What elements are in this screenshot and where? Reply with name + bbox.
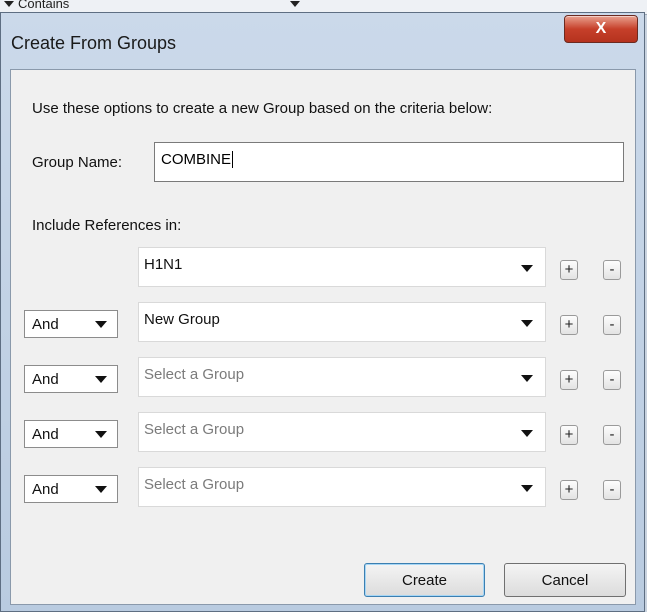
dropdown-arrow-icon bbox=[4, 1, 14, 7]
group-name-label: Group Name: bbox=[32, 154, 123, 171]
chevron-down-icon bbox=[521, 430, 533, 437]
create-button[interactable]: Create bbox=[364, 563, 485, 597]
remove-row-button[interactable]: - bbox=[603, 260, 621, 280]
create-from-groups-dialog: Create From Groups X Use these options t… bbox=[0, 12, 645, 612]
add-row-button[interactable]: + bbox=[560, 370, 578, 390]
group-dropdown[interactable]: Select a Group bbox=[138, 467, 546, 507]
operator-value: And bbox=[32, 371, 59, 388]
criteria-row: And Select a Group + - bbox=[11, 412, 637, 452]
add-row-button[interactable]: + bbox=[560, 480, 578, 500]
group-value: New Group bbox=[144, 311, 220, 328]
operator-value: And bbox=[32, 481, 59, 498]
add-row-button[interactable]: + bbox=[560, 260, 578, 280]
group-value: H1N1 bbox=[144, 256, 183, 273]
remove-row-button[interactable]: - bbox=[603, 315, 621, 335]
remove-row-button[interactable]: - bbox=[603, 480, 621, 500]
group-name-value: COMBINE bbox=[161, 150, 234, 168]
chevron-down-icon bbox=[521, 320, 533, 327]
cancel-button[interactable]: Cancel bbox=[504, 563, 626, 597]
title-bar[interactable]: Create From Groups X bbox=[1, 13, 644, 69]
close-button[interactable]: X bbox=[564, 15, 638, 43]
background-app-text: Contains bbox=[18, 0, 70, 11]
operator-dropdown[interactable]: And bbox=[24, 310, 118, 338]
add-row-button[interactable]: + bbox=[560, 315, 578, 335]
operator-dropdown[interactable]: And bbox=[24, 365, 118, 393]
group-dropdown[interactable]: Select a Group bbox=[138, 412, 546, 452]
group-dropdown[interactable]: New Group bbox=[138, 302, 546, 342]
remove-row-button[interactable]: - bbox=[603, 370, 621, 390]
group-placeholder: Select a Group bbox=[144, 366, 245, 383]
dialog-title: Create From Groups bbox=[11, 33, 177, 53]
chevron-down-icon bbox=[95, 321, 107, 328]
instructions-text: Use these options to create a new Group … bbox=[32, 100, 493, 117]
group-placeholder: Select a Group bbox=[144, 476, 245, 493]
criteria-row: H1N1 + - bbox=[11, 247, 637, 287]
chevron-down-icon bbox=[95, 376, 107, 383]
criteria-row: And New Group + - bbox=[11, 302, 637, 342]
remove-row-button[interactable]: - bbox=[603, 425, 621, 445]
group-dropdown[interactable]: H1N1 bbox=[138, 247, 546, 287]
chevron-down-icon bbox=[95, 431, 107, 438]
operator-dropdown[interactable]: And bbox=[24, 420, 118, 448]
dialog-body: Use these options to create a new Group … bbox=[10, 69, 636, 605]
group-dropdown[interactable]: Select a Group bbox=[138, 357, 546, 397]
chevron-down-icon bbox=[521, 485, 533, 492]
operator-value: And bbox=[32, 426, 59, 443]
criteria-row: And Select a Group + - bbox=[11, 467, 637, 507]
operator-value: And bbox=[32, 316, 59, 333]
group-name-input[interactable]: COMBINE bbox=[154, 142, 624, 182]
chevron-down-icon bbox=[95, 486, 107, 493]
include-references-label: Include References in: bbox=[32, 217, 182, 234]
add-row-button[interactable]: + bbox=[560, 425, 578, 445]
close-icon: X bbox=[595, 20, 607, 37]
chevron-down-icon bbox=[521, 265, 533, 272]
operator-dropdown[interactable]: And bbox=[24, 475, 118, 503]
dropdown-arrow-icon bbox=[290, 1, 300, 7]
chevron-down-icon bbox=[521, 375, 533, 382]
group-placeholder: Select a Group bbox=[144, 421, 245, 438]
criteria-row: And Select a Group + - bbox=[11, 357, 637, 397]
